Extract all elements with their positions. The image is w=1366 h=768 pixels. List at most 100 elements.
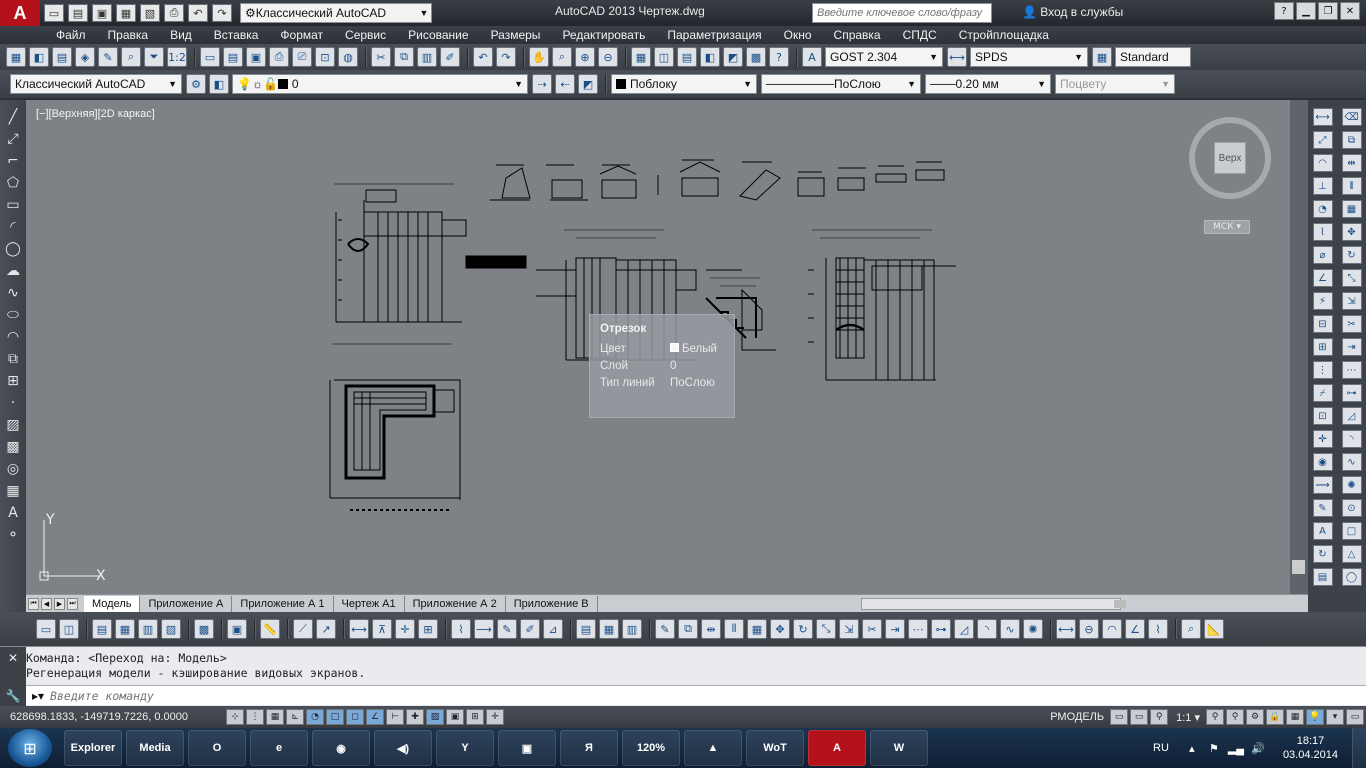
infer-constraints-icon[interactable]: ⊹: [226, 709, 244, 725]
filter-icon[interactable]: ⏷: [144, 47, 164, 67]
3d-dwf-icon[interactable]: ◍: [338, 47, 358, 67]
save-as-icon[interactable]: ▦: [116, 4, 136, 22]
spds-axis-icon[interactable]: ⟋: [293, 619, 313, 639]
copy-mod-icon[interactable]: ⧉: [678, 619, 698, 639]
polyline-icon[interactable]: ⌐: [4, 152, 22, 170]
dim-style-toolbar-icon[interactable]: ▤: [1312, 568, 1333, 586]
move-mod-icon[interactable]: ✥: [770, 619, 790, 639]
match-icon[interactable]: ✐: [440, 47, 460, 67]
layer-states-icon[interactable]: ◈: [75, 47, 95, 67]
menu-item-0[interactable]: Файл: [56, 28, 86, 42]
spds-stamp-icon[interactable]: ▦: [115, 619, 135, 639]
network-icon[interactable]: ▂▄: [1228, 741, 1244, 755]
join-icon[interactable]: ⊶: [1341, 384, 1362, 402]
center-mark-icon[interactable]: ✛: [1312, 430, 1333, 448]
redo-icon[interactable]: ↷: [212, 4, 232, 22]
paste-icon[interactable]: ▥: [417, 47, 437, 67]
save-icon[interactable]: ▣: [92, 4, 112, 22]
find-icon[interactable]: ⌕: [1181, 619, 1201, 639]
vertical-scroll-thumb[interactable]: [1292, 560, 1305, 574]
dim-radius-icon[interactable]: ◔: [1312, 200, 1333, 218]
lock-ui-icon[interactable]: 🔒: [1266, 709, 1284, 725]
make-current-icon[interactable]: ⇢: [532, 74, 552, 94]
save-drawing-icon[interactable]: ▣: [246, 47, 266, 67]
undo-toolbar-icon[interactable]: ↶: [473, 47, 493, 67]
menu-item-1[interactable]: Правка: [108, 28, 149, 42]
sheet-set-icon[interactable]: ◧: [700, 47, 720, 67]
cursor-coordinates[interactable]: 628698.1833, -149719.7226, 0.0000: [0, 711, 226, 723]
plot-icon[interactable]: ⎙: [269, 47, 289, 67]
zoom-app-icon[interactable]: 120%: [622, 730, 680, 766]
match-properties-icon[interactable]: ✎: [98, 47, 118, 67]
audio-app-icon[interactable]: ◀): [374, 730, 432, 766]
linetype-dropdown[interactable]: ──────── ПоСлою ▼: [761, 74, 921, 94]
open-icon[interactable]: ▤: [223, 47, 243, 67]
isolate-objects-icon[interactable]: 💡: [1306, 709, 1324, 725]
avast-icon[interactable]: ▲: [684, 730, 742, 766]
layout-tab-0[interactable]: Модель: [84, 595, 141, 612]
spds-stamp-alt-icon[interactable]: ▣: [227, 619, 247, 639]
extend-mod-icon[interactable]: ⇥: [885, 619, 905, 639]
layout-tab-4[interactable]: Приложение А 2: [405, 595, 506, 612]
spds-mark-icon[interactable]: ✐: [520, 619, 540, 639]
break-mod-icon[interactable]: ⋯: [908, 619, 928, 639]
command-prompt-icon[interactable]: ▸▾: [32, 689, 44, 703]
dim-continue-icon[interactable]: ⊞: [1312, 338, 1333, 356]
spds-arrow-icon[interactable]: ⟶: [474, 619, 494, 639]
language-indicator[interactable]: RU: [1153, 742, 1169, 754]
chamfer-icon[interactable]: ◿: [1341, 407, 1362, 425]
menu-item-12[interactable]: СПДС: [903, 28, 937, 42]
spds-section-icon[interactable]: ⟷: [349, 619, 369, 639]
region-icon[interactable]: ◎: [4, 460, 22, 478]
status-menu-icon[interactable]: ▾: [1326, 709, 1344, 725]
opera-icon[interactable]: O: [188, 730, 246, 766]
xline-icon[interactable]: ⤢: [4, 130, 22, 148]
plot-preview-icon[interactable]: ⎚: [292, 47, 312, 67]
publish-drawing-icon[interactable]: ⊡: [315, 47, 335, 67]
erase-icon[interactable]: ⌫: [1341, 108, 1362, 126]
dim-space-icon[interactable]: ⋮: [1312, 361, 1333, 379]
auto-scale-icon[interactable]: ⚲: [1206, 709, 1224, 725]
text-style-icon[interactable]: A: [802, 47, 822, 67]
stretch-mod-icon[interactable]: ⇲: [839, 619, 859, 639]
flag-icon[interactable]: ⚑: [1207, 741, 1221, 755]
publish-icon[interactable]: ▧: [140, 4, 160, 22]
markup-icon[interactable]: ◩: [723, 47, 743, 67]
start-button[interactable]: ⊞: [8, 729, 52, 767]
properties-icon[interactable]: ▦: [6, 47, 26, 67]
dim-arc-bottom-icon[interactable]: ◠: [1102, 619, 1122, 639]
print-icon[interactable]: ⎙: [164, 4, 184, 22]
dim-linear-bottom-icon[interactable]: ⟷: [1056, 619, 1076, 639]
clip-viewport-icon[interactable]: ◫: [59, 619, 79, 639]
close-command-icon[interactable]: ✕: [8, 651, 18, 665]
spds-leader-icon[interactable]: ↗: [316, 619, 336, 639]
properties-palette-icon[interactable]: ▦: [631, 47, 651, 67]
word-icon[interactable]: W: [870, 730, 928, 766]
layout-viewport-icon[interactable]: ▭: [36, 619, 56, 639]
table-icon[interactable]: ▦: [4, 482, 22, 500]
dim-break-icon[interactable]: ⌿: [1312, 384, 1333, 402]
menu-item-3[interactable]: Вставка: [214, 28, 259, 42]
workspace-toolbar-dropdown[interactable]: Классический AutoCAD ▼: [10, 74, 182, 94]
dim-angle-bottom-icon[interactable]: ∠: [1125, 619, 1145, 639]
layer-walk-icon[interactable]: ◩: [578, 74, 598, 94]
move-icon[interactable]: ✥: [1341, 223, 1362, 241]
spds-sheet-icon[interactable]: ▩: [194, 619, 214, 639]
dynamic-input-icon[interactable]: ✚: [406, 709, 424, 725]
fillet-mod-icon[interactable]: ◝: [977, 619, 997, 639]
autocad-logo-icon[interactable]: A: [0, 0, 40, 26]
fillet-icon[interactable]: ◝: [1341, 430, 1362, 448]
signin-button[interactable]: 👤 Вход в службы: [1022, 5, 1123, 19]
folder-icon[interactable]: Explorer: [64, 730, 122, 766]
spds-slope-icon[interactable]: ⊿: [543, 619, 563, 639]
menu-item-9[interactable]: Параметризация: [667, 28, 761, 42]
allow-ucs-icon[interactable]: ⊢: [386, 709, 404, 725]
revcloud-icon[interactable]: ☁: [4, 262, 22, 280]
paper-model-toggle[interactable]: РМОДЕЛЬ: [1050, 711, 1104, 723]
spds-list-icon[interactable]: ▧: [161, 619, 181, 639]
minimize-button[interactable]: ▁: [1296, 2, 1316, 20]
spds-bom-icon[interactable]: ▥: [622, 619, 642, 639]
dim-arc-icon[interactable]: ◠: [1312, 154, 1333, 172]
clock[interactable]: 18:17 03.04.2014: [1283, 734, 1338, 762]
quick-view-layouts-icon[interactable]: ▭: [1110, 709, 1129, 725]
